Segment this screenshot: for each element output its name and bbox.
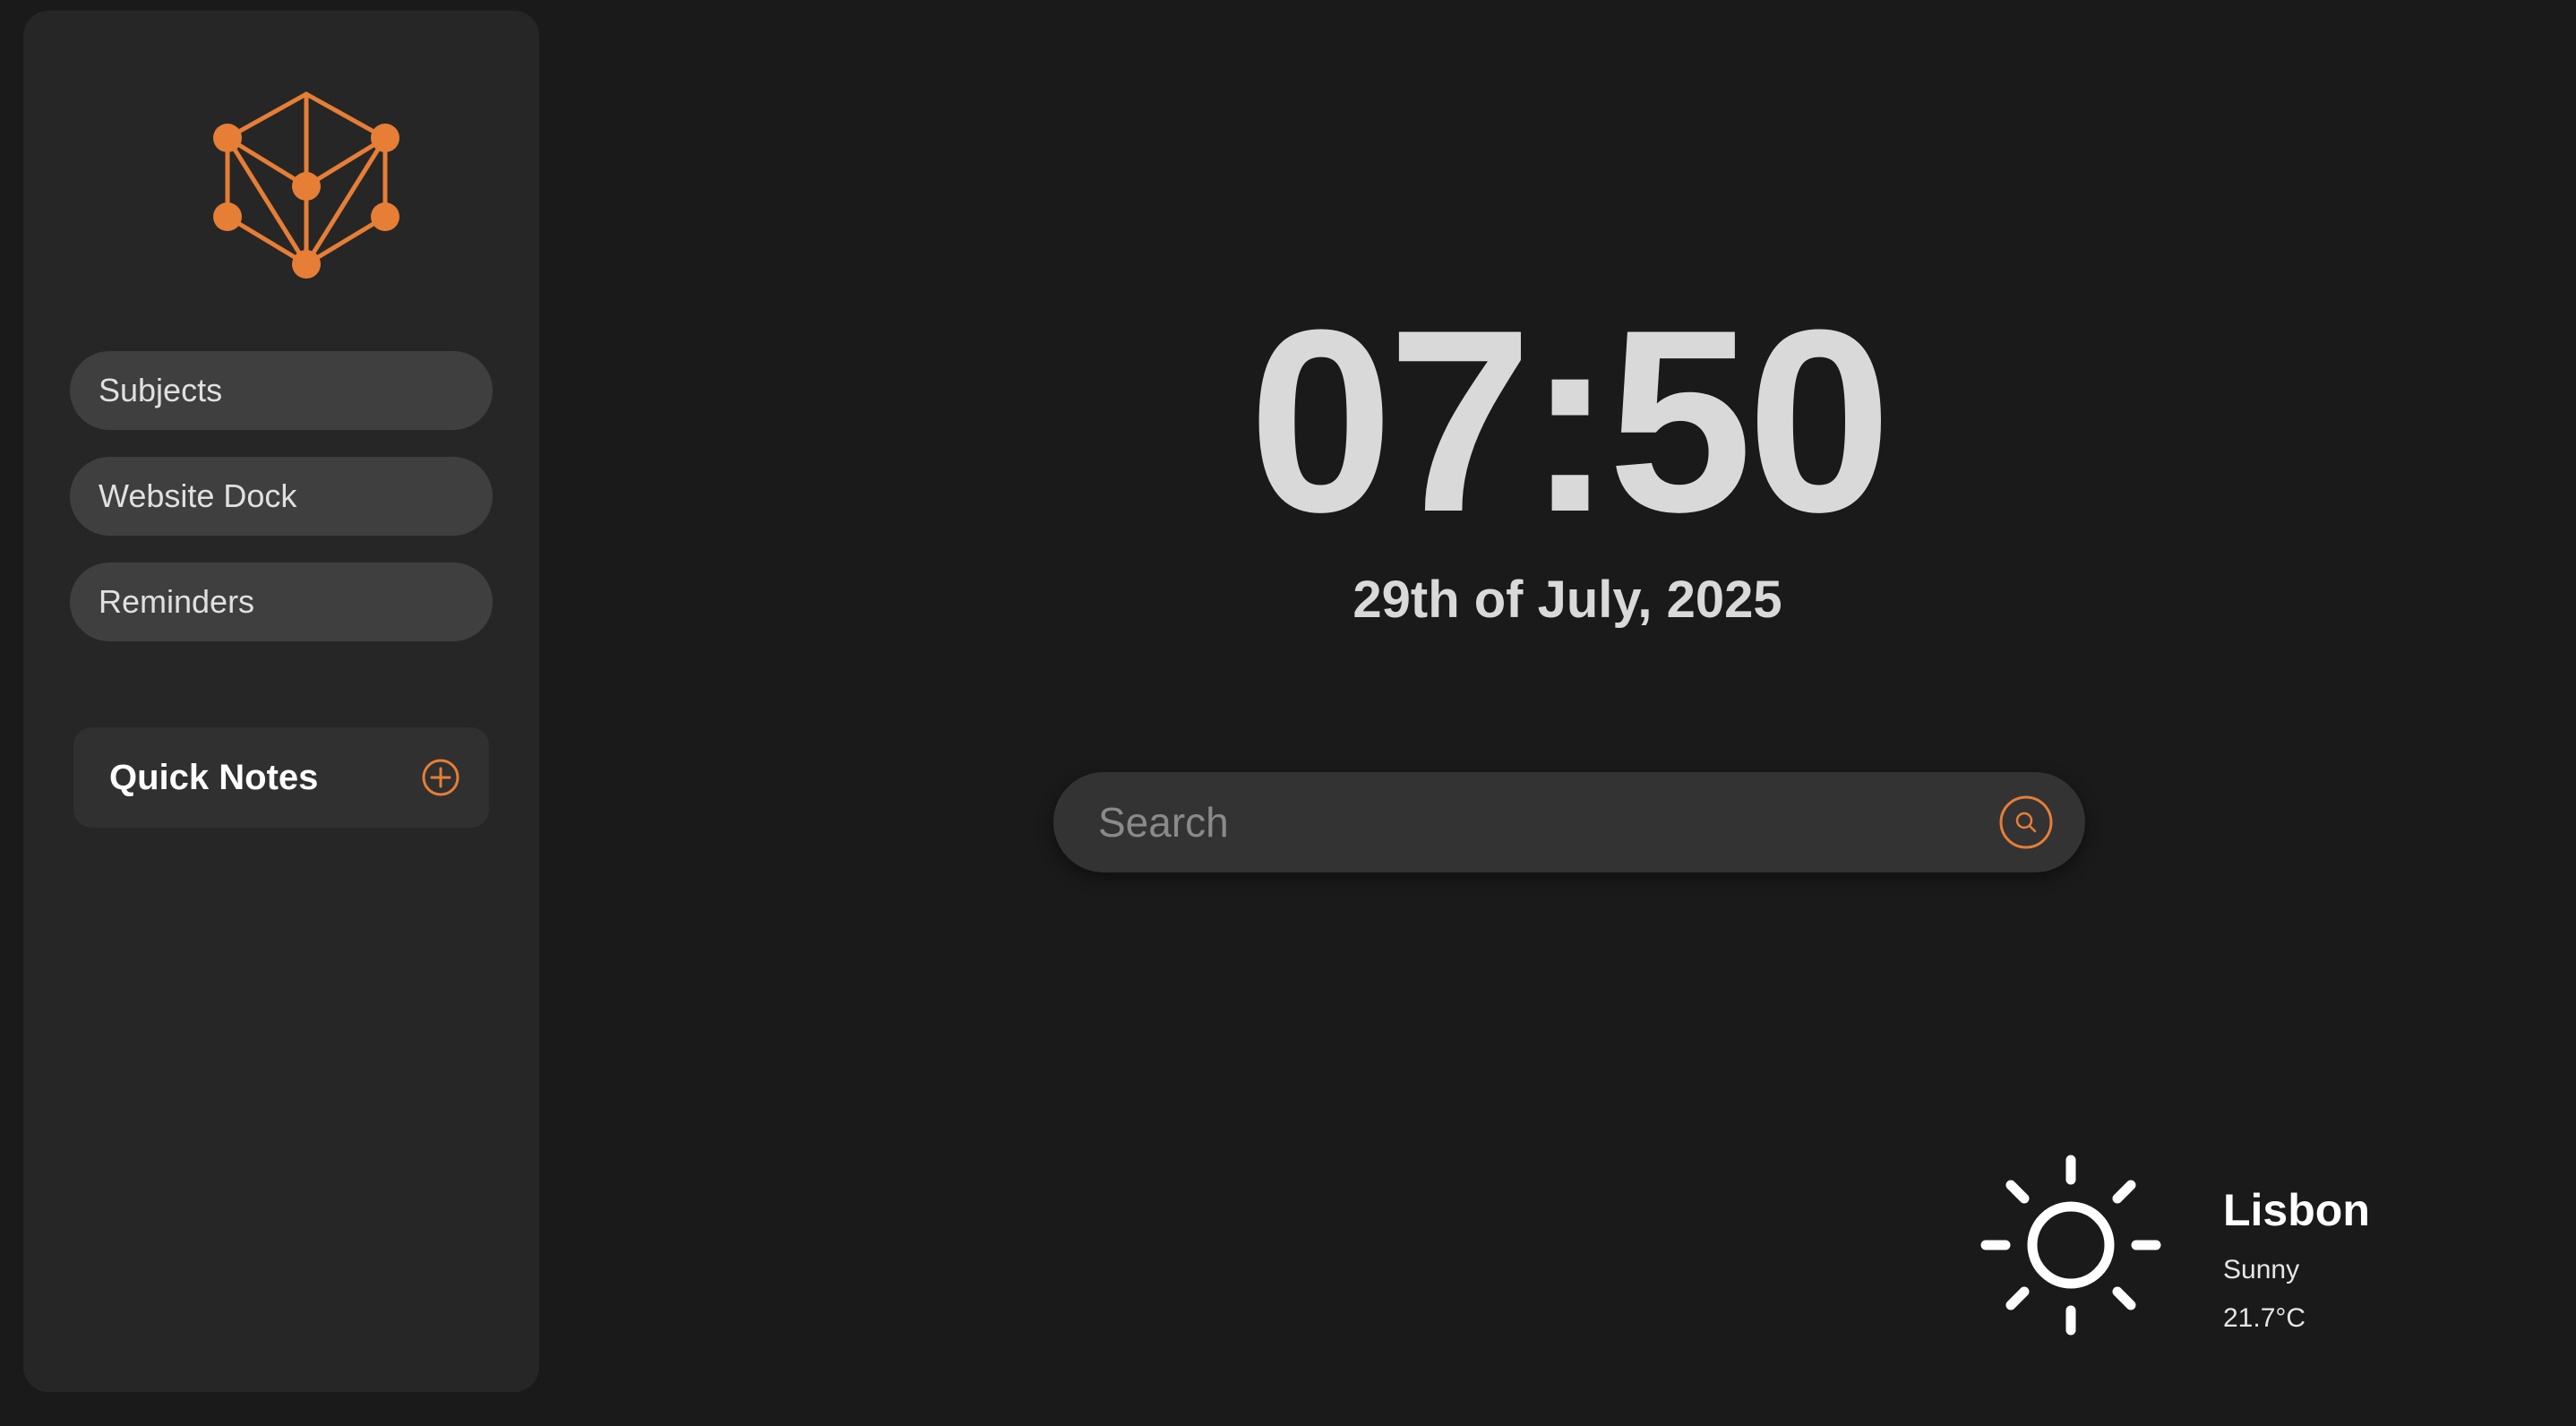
quick-notes-panel: Quick Notes (73, 727, 489, 828)
nav-item-website-dock[interactable]: Website Dock (70, 457, 493, 536)
search-input[interactable] (1098, 772, 1958, 872)
search-icon[interactable] (1999, 795, 2053, 849)
network-cube-icon (213, 91, 399, 279)
search-bar (1053, 772, 2085, 872)
nav-item-subjects[interactable]: Subjects (70, 351, 493, 430)
sidebar: Subjects Website Dock Reminders Quick No… (23, 11, 539, 1392)
new-tab-dashboard: Subjects Website Dock Reminders Quick No… (0, 0, 2576, 1426)
quick-notes-title: Quick Notes (109, 758, 319, 797)
plus-circle-icon[interactable] (421, 758, 460, 797)
clock-time: 07:50 (1249, 276, 1892, 566)
weather-condition: Sunny (2223, 1255, 2300, 1284)
weather-city: Lisbon (2223, 1185, 2370, 1235)
weather-temperature: 21.7°C (2223, 1303, 2306, 1333)
sun-icon (1980, 1155, 2161, 1336)
nav-item-reminders[interactable]: Reminders (70, 563, 493, 641)
clock-date: 29th of July, 2025 (1352, 571, 1782, 629)
